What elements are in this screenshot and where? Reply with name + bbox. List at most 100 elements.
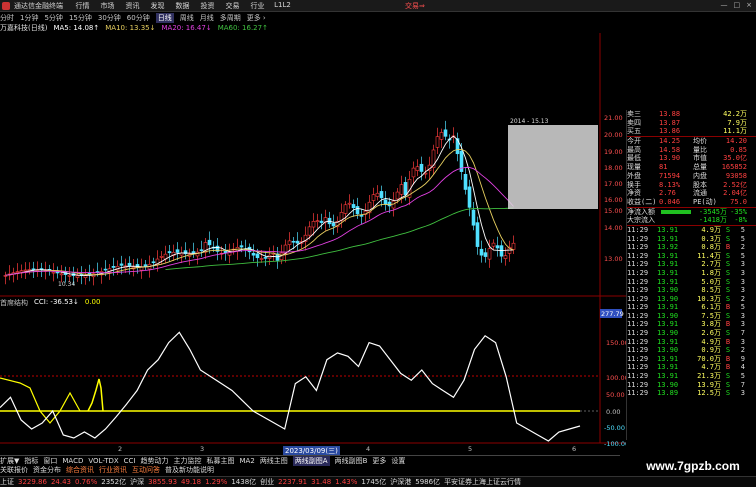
candle-body[interactable] [319, 220, 324, 223]
candle-body[interactable] [355, 206, 360, 215]
maximize-icon[interactable]: □ [734, 1, 741, 9]
candle-body[interactable] [471, 209, 476, 226]
candle-body[interactable] [443, 129, 448, 137]
candle-body[interactable] [295, 240, 300, 244]
candle-body[interactable] [387, 201, 392, 207]
menu-item[interactable]: 行业 [245, 1, 270, 11]
candle-body[interactable] [199, 249, 204, 251]
tick-row[interactable]: 11:29 13.91 70.0万 B 9 [627, 355, 756, 364]
minimize-icon[interactable]: — [721, 1, 728, 9]
menu-item[interactable]: 发现 [145, 1, 170, 11]
tab-twoline-sub-b[interactable]: 两线副图B [335, 456, 368, 466]
tick-row[interactable]: 11:29 13.91 5.0万 S 3 [627, 278, 756, 287]
candle-body[interactable] [491, 242, 496, 247]
tick-row[interactable]: 11:29 13.91 3.8万 B 3 [627, 320, 756, 329]
tick-row[interactable]: 11:29 13.90 8.5万 S 3 [627, 286, 756, 295]
period-tab[interactable]: 月线 [200, 13, 214, 23]
candle-body[interactable] [251, 252, 256, 256]
period-tab-active[interactable]: 日线 [155, 12, 174, 23]
candle-body[interactable] [467, 186, 472, 208]
kline-chart[interactable]: 2014 - 15.13 10.34 21.00 20.00 19.00 18.… [0, 33, 626, 453]
candle-body[interactable] [419, 163, 424, 172]
candle-body[interactable] [435, 136, 440, 148]
candle-body[interactable] [475, 222, 480, 247]
tab-expand[interactable]: 扩展▼ [0, 456, 19, 466]
menu-item[interactable]: 市场 [95, 1, 120, 11]
candle-body[interactable] [167, 251, 172, 254]
news-link[interactable]: 普及新功能说明 [165, 465, 214, 475]
tick-row[interactable]: 11:29 13.91 1.8万 S 3 [627, 269, 756, 278]
tab-twoline-sub-a[interactable]: 两线副图A [292, 455, 330, 466]
tick-row[interactable]: 11:29 13.91 11.4万 S 5 [627, 252, 756, 261]
menu-item[interactable]: L1L2 [270, 1, 295, 11]
candle-body[interactable] [463, 173, 468, 190]
tab-vol[interactable]: VOL-TDX [88, 457, 118, 465]
tick-row[interactable]: 11:29 13.90 7.5万 S 3 [627, 312, 756, 321]
tab-cci[interactable]: CCI [124, 457, 136, 465]
tick-row[interactable]: 11:29 13.91 6.1万 B 5 [627, 303, 756, 312]
tick-row[interactable]: 11:29 13.91 4.9万 S 5 [627, 226, 756, 235]
candle-body[interactable] [359, 215, 364, 217]
tab-ma2[interactable]: MA2 [240, 457, 255, 465]
order-book-row[interactable]: 卖三 13.88 42.2万 [627, 110, 756, 119]
tab-twoline-main[interactable]: 两线主图 [260, 456, 288, 466]
index-name[interactable]: 上证 [0, 477, 14, 487]
candle-body[interactable] [331, 222, 336, 227]
candle-body[interactable] [375, 192, 380, 197]
candle-body[interactable] [503, 255, 508, 259]
tick-row[interactable]: 11:29 13.91 4.9万 B 3 [627, 338, 756, 347]
news-link[interactable]: 行业资讯 [99, 465, 127, 475]
tab-window[interactable]: 窗口 [43, 456, 57, 466]
period-tab[interactable]: 5分钟 [44, 13, 62, 23]
market-name[interactable]: 沪深港 [390, 477, 411, 487]
candle-body[interactable] [143, 264, 148, 267]
news-link[interactable]: 资金分布 [33, 465, 61, 475]
period-tab[interactable]: 15分钟 [69, 13, 92, 23]
close-icon[interactable]: × [746, 1, 752, 9]
menu-item[interactable]: 行情 [70, 1, 95, 11]
tab-trend[interactable]: 趋势动力 [141, 456, 169, 466]
index-name[interactable]: 创业 [260, 477, 274, 487]
tab-more[interactable]: 更多 [372, 456, 386, 466]
news-link[interactable]: 关联报价 [0, 465, 28, 475]
tick-row[interactable]: 11:29 13.90 13.9万 S 7 [627, 381, 756, 390]
candle-body[interactable] [151, 261, 156, 264]
candle-body[interactable] [119, 263, 124, 266]
menu-item[interactable]: 数据 [170, 1, 195, 11]
tick-row[interactable]: 11:29 13.91 4.7万 B 4 [627, 363, 756, 372]
menu-item[interactable]: 交易 [220, 1, 245, 11]
order-book-row[interactable]: 买五 13.86 11.1万 [627, 127, 756, 136]
candle-body[interactable] [439, 132, 444, 140]
candle-body[interactable] [347, 202, 352, 205]
candle-body[interactable] [379, 191, 384, 199]
candle-body[interactable] [263, 257, 268, 259]
candle-body[interactable] [403, 182, 408, 196]
candle-body[interactable] [351, 204, 356, 209]
candle-body[interactable] [175, 249, 180, 253]
candle-body[interactable] [311, 221, 316, 228]
period-tab[interactable]: 30分钟 [98, 13, 121, 23]
period-tab[interactable]: 更多 › [247, 13, 266, 23]
period-tab[interactable]: 周线 [180, 13, 194, 23]
tick-list[interactable]: 11:29 13.91 4.9万 S 5 11:29 13.91 0.3万 S 5 11:29 13.… [627, 224, 756, 398]
candle-body[interactable] [483, 252, 488, 257]
period-tab[interactable]: 多周期 [220, 13, 241, 23]
tab-monitor[interactable]: 主力监控 [174, 456, 202, 466]
candle-body[interactable] [67, 274, 72, 277]
candle-body[interactable] [399, 184, 404, 195]
trade-button[interactable]: 交易⇒ [405, 1, 425, 11]
tab-settings[interactable]: 设置 [391, 456, 405, 466]
indicator-name[interactable]: 首席结构 [0, 298, 28, 308]
tab-private[interactable]: 私募主图 [207, 456, 235, 466]
menu-item[interactable]: 资讯 [120, 1, 145, 11]
candle-body[interactable] [343, 204, 348, 214]
candle-body[interactable] [511, 242, 516, 250]
period-tab[interactable]: 60分钟 [127, 13, 150, 23]
tick-row[interactable]: 11:29 13.89 12.5万 S 3 [627, 389, 756, 398]
menu-item[interactable]: 投资 [195, 1, 220, 11]
period-tab[interactable]: 1分钟 [20, 13, 38, 23]
candle-body[interactable] [315, 220, 320, 223]
period-tab[interactable]: 分时 [0, 13, 14, 23]
candle-body[interactable] [487, 248, 492, 260]
tick-row[interactable]: 11:29 13.90 10.3万 S 2 [627, 295, 756, 304]
